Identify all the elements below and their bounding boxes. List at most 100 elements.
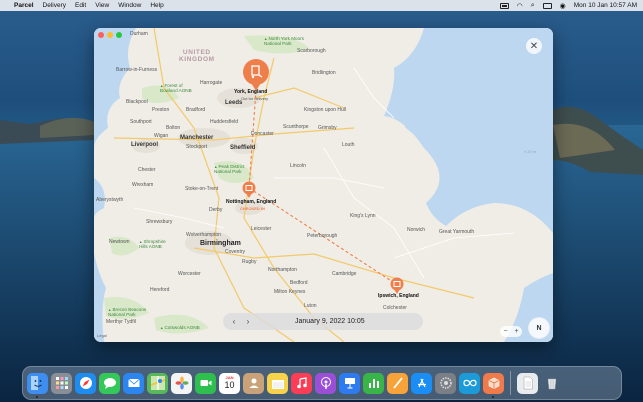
stop-ipswich-name: Ipswich, England <box>378 293 419 299</box>
label-stockport: Stockport <box>186 144 208 150</box>
trash-icon <box>547 378 556 390</box>
stop-york-name: York, England <box>234 89 268 95</box>
dock-messages[interactable] <box>99 372 120 394</box>
photos-icon <box>175 376 188 390</box>
dock-numbers[interactable] <box>363 372 384 394</box>
label-merthyr: Merthyr Tydfil <box>106 319 136 325</box>
dock-keynote[interactable] <box>339 372 360 394</box>
dock-maps[interactable] <box>147 372 168 394</box>
label-lincoln: Lincoln <box>290 163 306 169</box>
label-doncaster: Doncaster <box>251 131 274 137</box>
zoom-out-button[interactable]: − <box>503 328 507 335</box>
dock-app-store[interactable] <box>411 372 432 394</box>
menu-window[interactable]: Window <box>118 2 141 9</box>
dock-finder[interactable] <box>27 372 48 398</box>
legal-link[interactable]: Legal <box>97 333 107 338</box>
label-kingston: Kingston upon Hull <box>304 107 346 113</box>
infinity-icon <box>462 379 477 387</box>
label-rugby: Rugby <box>242 259 257 265</box>
stop-york-status: Out for delivery <box>241 96 269 101</box>
control-center-icon[interactable] <box>542 2 552 9</box>
label-bedford: Bedford <box>290 280 308 286</box>
label-colchester: Colchester <box>383 305 407 311</box>
label-luton: Luton <box>304 303 317 309</box>
dock-safari[interactable] <box>75 372 96 394</box>
dock: JAN 10 <box>22 366 622 400</box>
label-barrow: Barrow-in-Furness <box>116 67 158 73</box>
dock-pages[interactable] <box>387 372 408 394</box>
app-store-icon <box>417 378 426 388</box>
music-icon <box>296 377 307 389</box>
pin-nottingham[interactable] <box>241 181 257 199</box>
parcel-window: UNITED KINGDOM Durham North York Moors N… <box>94 28 553 342</box>
label-scarborough: Scarborough <box>297 48 326 54</box>
label-peterborough: Peterborough <box>307 233 338 239</box>
running-indicator <box>36 395 38 398</box>
label-blackpool: Blackpool <box>126 99 148 105</box>
label-derby: Derby <box>209 207 223 213</box>
wifi-icon[interactable]: ◠ <box>517 2 523 10</box>
calendar-day: 10 <box>224 380 235 390</box>
messages-icon <box>103 378 116 389</box>
next-event-button[interactable]: › <box>241 317 255 326</box>
window-zoom-button[interactable] <box>116 32 122 38</box>
label-united-kingdom: UNITED KINGDOM <box>179 49 215 64</box>
maps-icon <box>150 376 165 390</box>
label-peak-district: Peak District National Park <box>214 164 244 175</box>
label-great-yarmouth: Great Yarmouth <box>439 229 475 235</box>
notes-icon <box>271 380 284 389</box>
dock-music[interactable] <box>291 372 312 394</box>
label-milton-keynes: Milton Keynes <box>274 289 306 295</box>
menubar-clock[interactable]: Mon 10 Jan 10:57 AM <box>574 2 637 9</box>
label-bridlington: Bridlington <box>312 70 336 76</box>
podcasts-icon <box>320 377 331 389</box>
menu-view[interactable]: View <box>95 2 109 9</box>
dock-podcasts[interactable] <box>315 372 336 394</box>
dock-facetime[interactable] <box>195 372 216 394</box>
label-wrexham: Wrexham <box>132 182 154 188</box>
menu-delivery[interactable]: Delivery <box>43 2 66 9</box>
window-close-button[interactable] <box>98 32 104 38</box>
close-map-button[interactable]: ✕ <box>526 38 542 54</box>
compass-north-label: N <box>536 324 542 332</box>
dock-photos[interactable] <box>171 372 192 394</box>
siri-icon[interactable]: ◉ <box>560 2 566 10</box>
label-liverpool: Liverpool <box>131 142 159 148</box>
dock-screen-time[interactable] <box>459 372 480 394</box>
dock-system-preferences[interactable] <box>435 372 456 394</box>
label-sheffield: Sheffield <box>230 145 256 151</box>
dock-notes[interactable] <box>267 372 288 394</box>
dock-trash[interactable] <box>541 373 562 394</box>
window-minimize-button[interactable] <box>107 32 113 38</box>
battery-icon[interactable] <box>499 2 509 9</box>
label-southport: Southport <box>130 119 152 125</box>
zoom-in-button[interactable]: + <box>514 328 518 335</box>
dock-calendar[interactable]: JAN 10 <box>219 372 240 394</box>
label-huddersfield: Huddersfield <box>210 119 239 125</box>
numbers-icon <box>368 379 379 388</box>
dock-parcel[interactable] <box>483 372 504 398</box>
menu-edit[interactable]: Edit <box>75 2 86 9</box>
menu-help[interactable]: Help <box>150 2 163 9</box>
label-shropshire: Shropshire Hills AONB <box>139 239 166 250</box>
menu-app-name[interactable]: Parcel <box>14 2 34 9</box>
dock-launchpad[interactable] <box>51 372 72 394</box>
dock-contacts[interactable] <box>243 372 264 394</box>
label-worcester: Worcester <box>178 271 201 277</box>
previous-event-button[interactable]: ‹ <box>227 317 241 326</box>
calendar-month: JAN <box>225 374 234 380</box>
dock-document[interactable] <box>517 372 538 394</box>
label-coventry: Coventry <box>225 249 246 255</box>
dock-mail[interactable] <box>123 372 144 394</box>
label-aberystwyth: Aberystwyth <box>96 197 124 203</box>
running-indicator <box>492 395 494 398</box>
menu-bar: Parcel Delivery Edit View Window Help ◠ … <box>0 0 643 11</box>
label-hereford: Hereford <box>150 287 170 293</box>
spotlight-icon[interactable]: ⌕ <box>531 2 535 10</box>
parcel-box-icon <box>488 377 499 389</box>
label-norwich: Norwich <box>407 227 426 233</box>
label-louth: Louth <box>342 142 355 148</box>
label-scunthorpe: Scunthorpe <box>283 124 309 130</box>
label-chester: Chester <box>138 167 156 173</box>
compass-button[interactable]: N <box>528 317 550 339</box>
